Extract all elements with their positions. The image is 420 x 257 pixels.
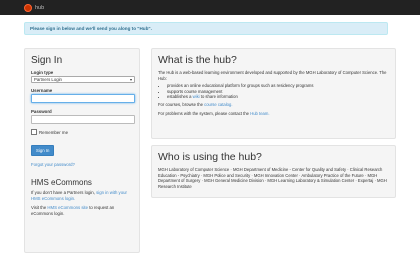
username-input[interactable] (31, 94, 135, 103)
courses-prefix: For courses, browse the (158, 101, 203, 107)
about-panel: What is the hub? The Hub is a web-based … (151, 48, 396, 139)
forgot-password-link[interactable]: Forgot your password? (31, 162, 133, 168)
about-bullet: establishes a wiki to share information (167, 94, 389, 100)
course-catalog-link[interactable]: course catalog. (204, 102, 232, 107)
username-label: Username (31, 88, 53, 93)
password-label: Password (31, 109, 52, 114)
ecommons-site-link[interactable]: HMS eCommons site (47, 205, 88, 210)
top-navbar: hub (0, 0, 420, 15)
hub-team-link[interactable]: Hub team. (250, 111, 269, 116)
about-bullet3-suffix: to share information (200, 94, 238, 100)
about-intro: The Hub is a web-based learning environm… (158, 70, 387, 81)
who-text: MGH Laboratory of Computer Science · MGH… (158, 167, 387, 189)
remember-me-checkbox[interactable] (31, 129, 37, 135)
ecommons-title: HMS eCommons (31, 178, 92, 187)
about-title: What is the hub? (158, 54, 237, 66)
problems-prefix: For problems with the system, please con… (158, 110, 250, 116)
info-alert: Please sign in below and we'll send you … (24, 22, 388, 35)
problems-line: For problems with the system, please con… (158, 111, 389, 117)
login-type-label: Login type (31, 70, 54, 75)
about-list: provides an online educational platform … (158, 83, 389, 100)
sign-in-panel: Sign In Login type Partners Login ▾ User… (24, 48, 140, 253)
ecommons-line1-text: If you don't have a Partners login, (31, 190, 95, 195)
ecommons-line1: If you don't have a Partners login, sign… (31, 190, 133, 202)
alert-text: Please sign in below and we'll send you … (30, 26, 152, 31)
sign-in-button[interactable]: Sign In (31, 145, 55, 156)
who-title: Who is using the hub? (158, 151, 262, 163)
login-type-select[interactable]: Partners Login ▾ (31, 76, 135, 83)
courses-line: For courses, browse the course catalog. (158, 102, 389, 108)
password-input[interactable] (31, 115, 135, 124)
ecommons-line2: Visit the HMS eCommons site to request a… (31, 205, 133, 217)
remember-me-label: Remember me (39, 129, 69, 135)
wiki-link[interactable]: wiki (193, 94, 200, 99)
who-panel: Who is using the hub? MGH Laboratory of … (151, 145, 396, 198)
sign-in-title: Sign In (31, 55, 63, 66)
ecommons-line2-prefix: Visit the (31, 205, 47, 210)
about-bullet3-prefix: establishes a (167, 94, 192, 100)
brand-name[interactable]: hub (35, 5, 44, 11)
chevron-down-icon: ▾ (129, 77, 132, 82)
login-type-value: Partners Login (34, 77, 62, 82)
hub-logo-icon[interactable] (24, 3, 32, 12)
